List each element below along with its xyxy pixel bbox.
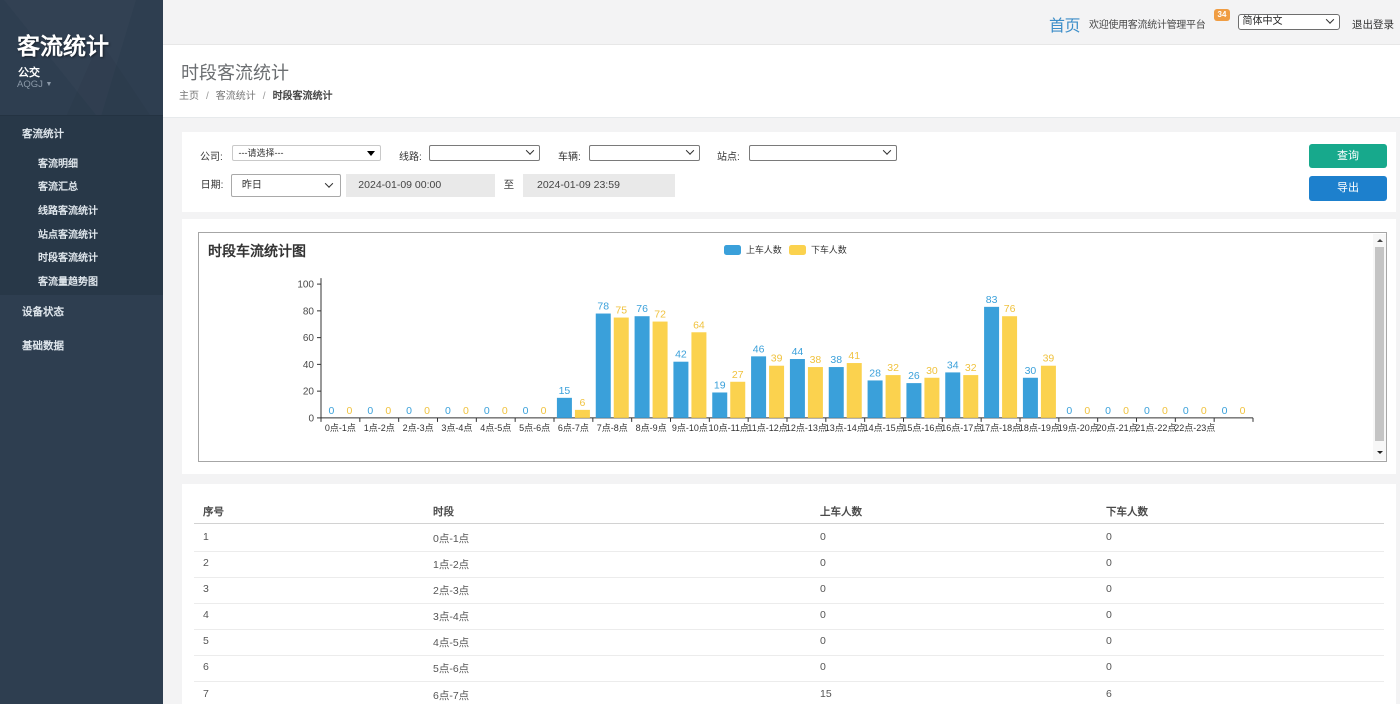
svg-text:0: 0: [1105, 405, 1111, 417]
svg-text:80: 80: [303, 306, 315, 317]
svg-text:1点-2点: 1点-2点: [364, 423, 395, 433]
svg-text:0: 0: [502, 405, 508, 417]
svg-text:0: 0: [1222, 405, 1228, 417]
svg-text:34: 34: [947, 359, 959, 371]
svg-text:39: 39: [1043, 353, 1055, 365]
svg-text:38: 38: [810, 354, 822, 366]
svg-text:64: 64: [693, 319, 705, 331]
svg-text:0: 0: [1066, 405, 1072, 417]
svg-text:30: 30: [1025, 365, 1037, 377]
svg-text:20点-21点: 20点-21点: [1097, 423, 1138, 433]
svg-text:5点-6点: 5点-6点: [519, 423, 550, 433]
svg-text:11点-12点: 11点-12点: [747, 423, 787, 433]
svg-text:21点-22点: 21点-22点: [1135, 423, 1176, 433]
svg-text:0点-1点: 0点-1点: [325, 423, 356, 433]
svg-text:83: 83: [986, 294, 998, 306]
svg-text:38: 38: [830, 354, 842, 366]
svg-text:32: 32: [965, 362, 977, 374]
svg-text:32: 32: [887, 362, 899, 374]
svg-text:40: 40: [303, 360, 315, 371]
svg-text:22点-23点: 22点-23点: [1174, 423, 1215, 433]
svg-text:75: 75: [615, 305, 627, 317]
svg-text:42: 42: [675, 349, 687, 361]
svg-text:0: 0: [424, 405, 430, 417]
svg-text:78: 78: [597, 301, 609, 313]
svg-text:0: 0: [1183, 405, 1189, 417]
svg-text:0: 0: [367, 405, 373, 417]
svg-text:44: 44: [792, 346, 804, 358]
svg-text:12点-13点: 12点-13点: [786, 423, 827, 433]
svg-text:19点-20点: 19点-20点: [1058, 423, 1099, 433]
svg-text:30: 30: [926, 365, 938, 377]
svg-text:0: 0: [1084, 405, 1090, 417]
svg-text:6点-7点: 6点-7点: [558, 423, 589, 433]
svg-text:6: 6: [579, 397, 585, 409]
svg-text:0: 0: [1123, 405, 1129, 417]
svg-text:76: 76: [1004, 303, 1016, 315]
svg-text:0: 0: [1240, 405, 1246, 417]
svg-text:27: 27: [732, 369, 744, 381]
svg-text:0: 0: [541, 405, 547, 417]
svg-text:26: 26: [908, 370, 920, 382]
svg-text:7点-8点: 7点-8点: [597, 423, 628, 433]
svg-text:0: 0: [385, 405, 391, 417]
svg-text:20: 20: [303, 387, 315, 398]
svg-text:28: 28: [869, 367, 881, 379]
svg-text:0: 0: [328, 405, 334, 417]
svg-text:3点-4点: 3点-4点: [441, 423, 472, 433]
svg-text:0: 0: [523, 405, 529, 417]
svg-text:15: 15: [559, 385, 571, 397]
svg-text:4点-5点: 4点-5点: [480, 423, 511, 433]
svg-text:10点-11点: 10点-11点: [709, 423, 749, 433]
svg-text:76: 76: [636, 303, 648, 315]
svg-text:13点-14点: 13点-14点: [825, 423, 866, 433]
svg-text:2点-3点: 2点-3点: [403, 423, 434, 433]
svg-text:100: 100: [297, 280, 314, 291]
svg-text:0: 0: [463, 405, 469, 417]
svg-text:9点-10点: 9点-10点: [672, 423, 708, 433]
svg-text:0: 0: [406, 405, 412, 417]
svg-text:0: 0: [484, 405, 490, 417]
svg-text:41: 41: [848, 350, 860, 362]
svg-text:0: 0: [445, 405, 451, 417]
svg-text:19: 19: [714, 379, 726, 391]
svg-text:60: 60: [303, 333, 315, 344]
svg-text:72: 72: [654, 309, 666, 321]
svg-text:15点-16点: 15点-16点: [902, 423, 943, 433]
svg-text:39: 39: [771, 353, 783, 365]
svg-text:0: 0: [1144, 405, 1150, 417]
svg-text:17点-18点: 17点-18点: [980, 423, 1021, 433]
svg-text:0: 0: [1201, 405, 1207, 417]
svg-text:16点-17点: 16点-17点: [941, 423, 982, 433]
svg-text:18点-19点: 18点-19点: [1019, 423, 1060, 433]
svg-text:0: 0: [308, 413, 314, 424]
svg-text:0: 0: [346, 405, 352, 417]
svg-text:46: 46: [753, 343, 765, 355]
svg-text:8点-9点: 8点-9点: [636, 423, 667, 433]
svg-text:14点-15点: 14点-15点: [864, 423, 905, 433]
svg-text:0: 0: [1162, 405, 1168, 417]
